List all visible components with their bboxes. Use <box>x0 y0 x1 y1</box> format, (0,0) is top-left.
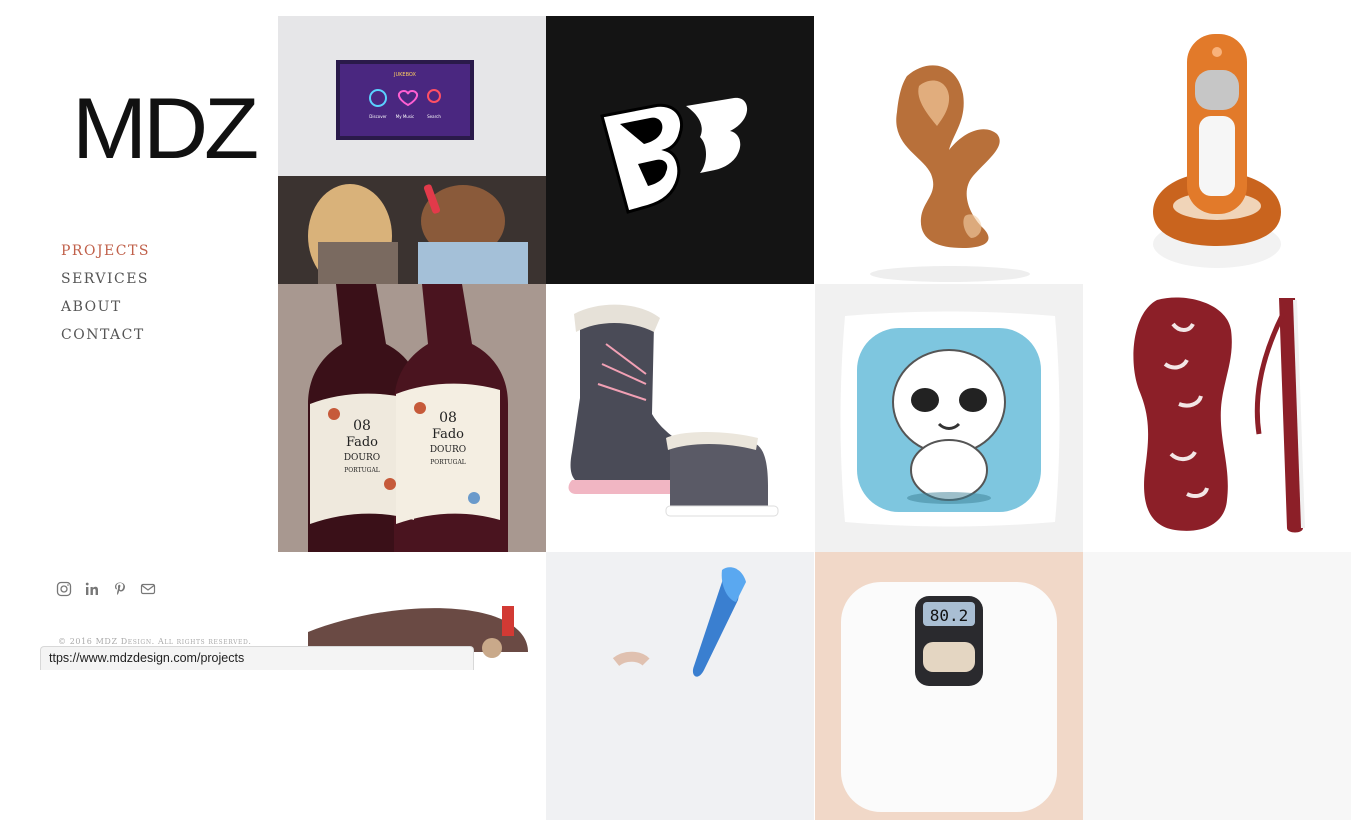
main-nav: PROJECTS SERVICES ABOUT CONTACT <box>61 240 150 352</box>
sidebar: MDZ PROJECTS SERVICES ABOUT CONTACT © 20… <box>0 0 277 692</box>
wine-region: DOURO <box>344 453 380 463</box>
social-links <box>56 581 156 597</box>
wine-country-2: PORTUGAL <box>430 459 466 466</box>
copyright: © 2016 MDZ Design. All rights reserved. <box>58 637 252 646</box>
tv-title: JUKEBOX <box>393 72 417 78</box>
wine-name: Fado <box>346 435 378 450</box>
project-flip-flop[interactable] <box>1083 284 1351 552</box>
project-bathroom-scale[interactable]: 80.2 <box>815 552 1083 820</box>
scale-display: 80.2 <box>930 606 969 625</box>
project-bronze-sculpture[interactable] <box>815 16 1083 284</box>
logo[interactable]: MDZ <box>72 86 259 172</box>
browser-status-url: ttps://www.mdzdesign.com/projects <box>40 646 474 670</box>
wine-name-2: Fado <box>432 427 464 442</box>
wine-region-2: DOURO <box>430 445 466 455</box>
tv-item-search: Search <box>427 114 441 119</box>
project-shoe[interactable] <box>278 552 546 820</box>
wine-number-2: 08 <box>439 410 457 426</box>
instagram-icon[interactable] <box>56 581 72 597</box>
project-cartoon-pillow[interactable] <box>815 284 1083 552</box>
nav-item-contact[interactable]: CONTACT <box>61 324 150 352</box>
tv-item-mymusic: My Music <box>396 114 414 119</box>
project-snow-boots[interactable] <box>546 284 814 552</box>
project-bb-logo[interactable] <box>546 16 814 284</box>
project-cordless-phone[interactable] <box>1083 16 1351 284</box>
project-fado-wine[interactable]: 08 Fado DOURO PORTUGAL 08 Fado DOURO POR… <box>278 284 546 552</box>
wine-number: 08 <box>353 418 371 434</box>
nav-item-projects[interactable]: PROJECTS <box>61 240 150 268</box>
pinterest-icon[interactable] <box>112 581 128 597</box>
wine-country: PORTUGAL <box>344 467 380 474</box>
email-icon[interactable] <box>140 581 156 597</box>
tv-item-discover: Discover <box>369 114 387 119</box>
nav-item-services[interactable]: SERVICES <box>61 268 150 296</box>
project-jukebox-tv[interactable]: JUKEBOX Discover My Music Search <box>278 16 546 284</box>
nav-item-about[interactable]: ABOUT <box>61 296 150 324</box>
project-toothbrush[interactable] <box>546 552 814 820</box>
project-empty[interactable] <box>1083 552 1351 820</box>
linkedin-icon[interactable] <box>84 581 100 597</box>
